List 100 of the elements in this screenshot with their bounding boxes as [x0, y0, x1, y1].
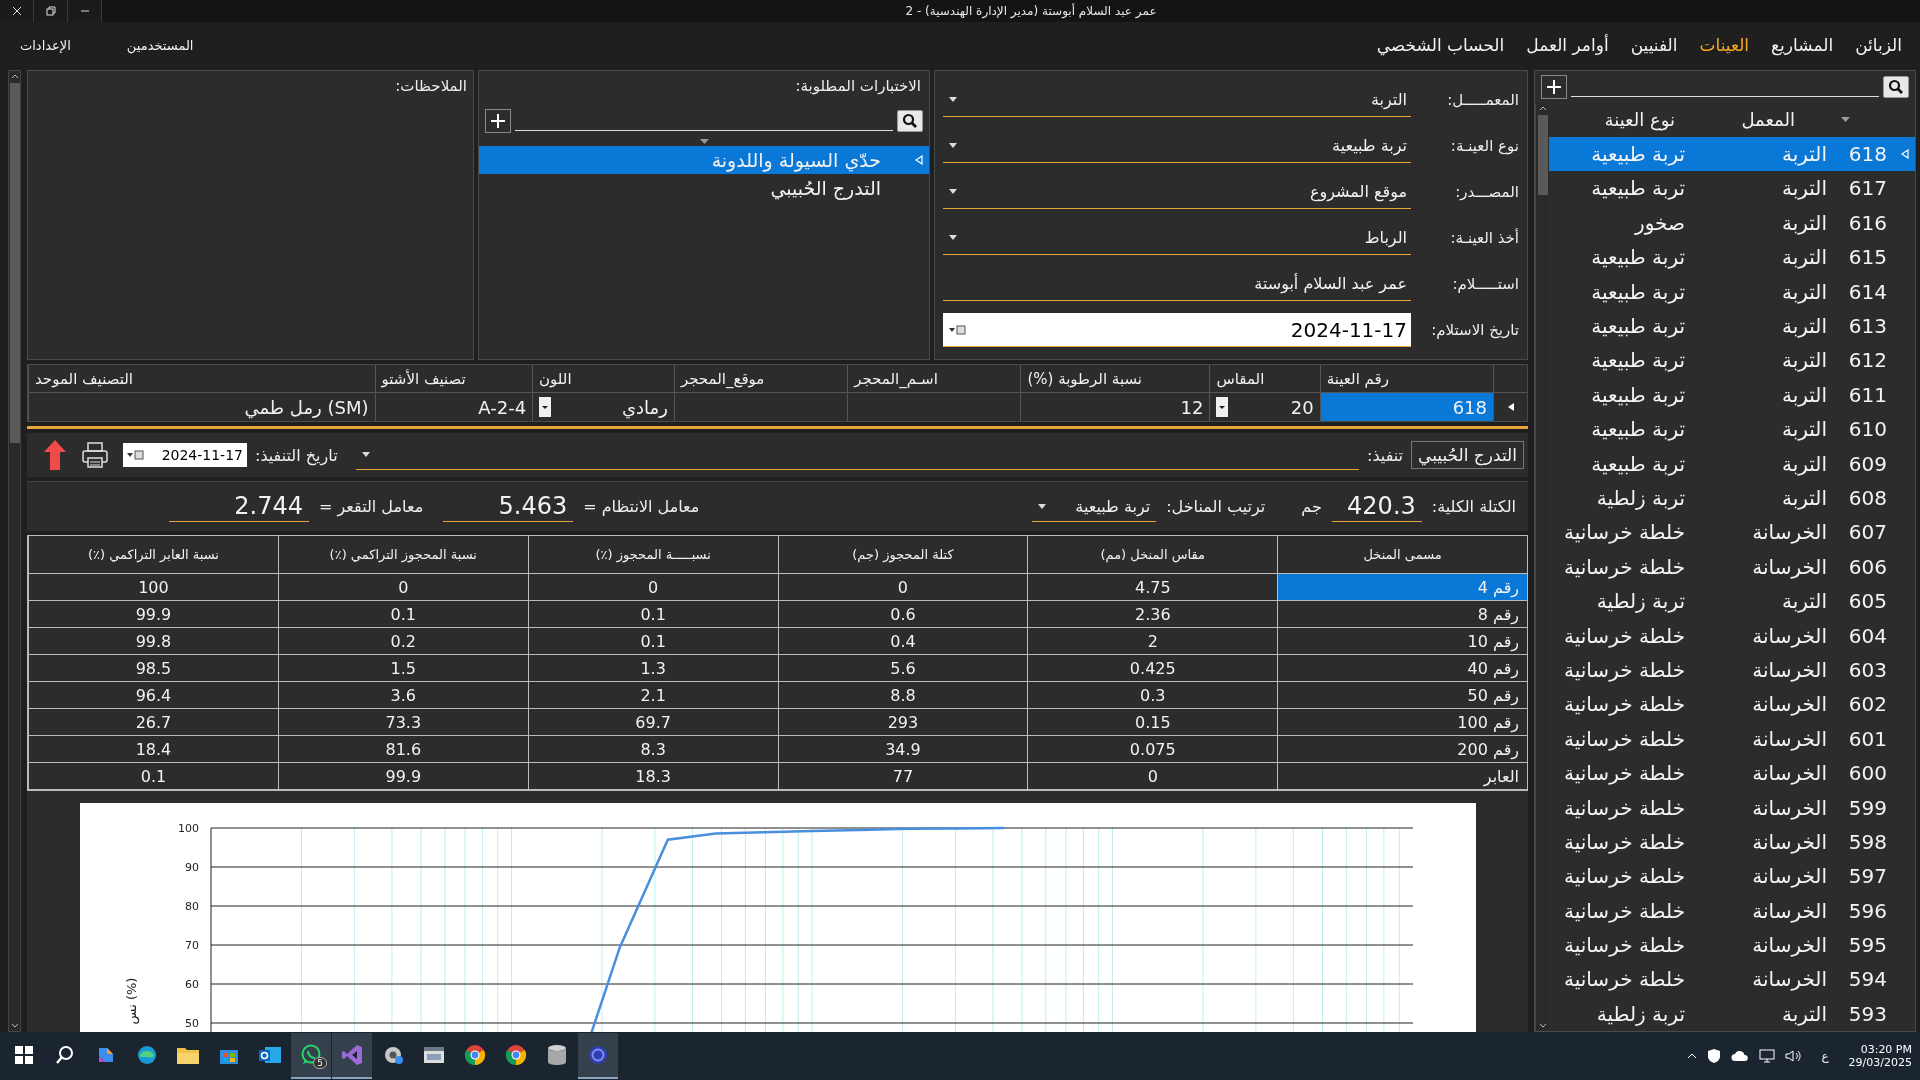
- table-cell[interactable]: 20: [1209, 393, 1320, 421]
- add-button[interactable]: [485, 109, 511, 133]
- menu-item[interactable]: الحساب الشخصي: [1376, 33, 1505, 57]
- column-header[interactable]: المعمل: [1683, 109, 1803, 131]
- column-header[interactable]: المقاس: [1209, 365, 1320, 393]
- text-field[interactable]: عمر عبد السلام أبوستة: [943, 267, 1411, 301]
- add-button[interactable]: [1541, 75, 1567, 99]
- calendar-toggle-icon[interactable]: [949, 324, 967, 335]
- clock-date[interactable]: 29/03/2025: [1848, 1056, 1912, 1069]
- sample-number: 607: [1847, 520, 1887, 545]
- restore-button[interactable]: [34, 0, 68, 22]
- dropdown-button[interactable]: [539, 397, 552, 417]
- table-cell: 0.6: [777, 601, 1028, 628]
- dropdown-field[interactable]: موقع المشروع: [943, 175, 1411, 209]
- sample-number: 599: [1847, 795, 1887, 820]
- menu-item[interactable]: الإعدادات: [20, 35, 71, 55]
- search-button[interactable]: [897, 110, 923, 132]
- cloud-icon[interactable]: [1731, 1050, 1750, 1062]
- language-indicator[interactable]: ع: [1821, 1049, 1829, 1063]
- scroll-up-icon[interactable]: [10, 73, 19, 79]
- field-label: استـــــلام:: [1451, 275, 1519, 293]
- scroll-down-icon[interactable]: [1538, 1023, 1547, 1029]
- table-cell: 0: [527, 574, 778, 601]
- test-item[interactable]: التدرج الحُبيبي: [479, 174, 929, 202]
- calendar-toggle-icon[interactable]: [127, 450, 145, 460]
- date-field[interactable]: 2024-11-17: [123, 443, 247, 467]
- sort-icon[interactable]: [1840, 117, 1850, 123]
- sample-type: تربة طبيعية: [1590, 279, 1686, 304]
- panel-title: الاختبارات المطلوبة:: [795, 77, 921, 95]
- menu-item[interactable]: الزبائن: [1855, 33, 1902, 57]
- scrollbar[interactable]: [8, 70, 21, 1032]
- table-cell: رقم 10: [1277, 628, 1527, 655]
- dropdown-field[interactable]: الرباط: [943, 221, 1411, 255]
- lab-name: التربة: [1781, 486, 1828, 510]
- dropdown-field[interactable]: تربة طبيعية: [943, 129, 1411, 163]
- table-cell: 0: [277, 574, 528, 601]
- speaker-icon[interactable]: [1785, 1049, 1802, 1063]
- menu-item[interactable]: المشاريع: [1771, 33, 1834, 57]
- column-header[interactable]: نوع العينة: [1549, 109, 1683, 131]
- minimize-button[interactable]: [68, 0, 102, 22]
- lab-name: التربة: [1781, 1001, 1828, 1026]
- close-button[interactable]: [0, 0, 34, 22]
- sample-number: 615: [1847, 245, 1887, 270]
- field-label: المصـــدر:: [1454, 183, 1519, 201]
- plus-icon: [490, 113, 506, 129]
- search-button[interactable]: [1883, 76, 1909, 98]
- lab-name: التربة: [1781, 348, 1828, 373]
- table-cell[interactable]: 12: [1020, 393, 1210, 421]
- dropdown-field[interactable]: التربة: [943, 83, 1411, 117]
- menu-item[interactable]: المستخدمين: [126, 35, 194, 55]
- lab-name: الخرسانة: [1751, 761, 1828, 786]
- test-item[interactable]: حدّي السيولة واللدونة: [479, 146, 929, 174]
- dropdown-button[interactable]: [1216, 397, 1229, 417]
- print-icon[interactable]: [81, 441, 109, 469]
- scrollbar-thumb[interactable]: [1537, 115, 1548, 195]
- menu-item[interactable]: الفنيين: [1630, 33, 1678, 57]
- sample-type: خلطة خرسانية: [1562, 554, 1686, 579]
- menu-item[interactable]: العينات: [1699, 33, 1750, 57]
- menu-item[interactable]: أوامر العمل: [1526, 33, 1609, 57]
- network-icon[interactable]: [1759, 1049, 1776, 1063]
- taskbar-button[interactable]: 5: [291, 1033, 331, 1079]
- date-field[interactable]: 2024-11-17: [943, 313, 1411, 347]
- table-cell: 0.3: [1027, 682, 1278, 709]
- field-label: معامل التقعر =: [319, 497, 424, 516]
- column-header[interactable]: اللون: [532, 365, 674, 393]
- table-cell[interactable]: رمادي: [532, 393, 674, 421]
- sample-number: 601: [1847, 726, 1887, 751]
- table-cell: 0.1: [527, 628, 778, 655]
- table-cell: 1.5: [277, 655, 528, 682]
- scroll-down-icon[interactable]: [10, 1023, 19, 1029]
- coefficient-field: 2.744: [169, 491, 309, 522]
- sample-type: صخور: [1633, 210, 1686, 235]
- table-cell: 26.7: [28, 709, 278, 736]
- clock-time[interactable]: 03:20 PM: [1860, 1043, 1912, 1056]
- search-icon: [902, 113, 918, 129]
- mass-field[interactable]: 420.3: [1331, 491, 1422, 522]
- column-header[interactable]: نسبة الرطوبة (%): [1020, 365, 1210, 393]
- column-header[interactable]: تصنيف الأشتو: [374, 365, 533, 393]
- column-header[interactable]: التصنيف الموحد: [28, 365, 375, 393]
- lab-name: الخرسانة: [1751, 933, 1828, 958]
- lab-name: الخرسانة: [1751, 795, 1828, 820]
- sample-number: 593: [1847, 1001, 1887, 1026]
- table-cell[interactable]: A-2-4: [374, 393, 533, 421]
- windows-icon: [15, 1046, 33, 1064]
- column-header[interactable]: موقع_المحجر: [673, 365, 848, 393]
- shield-icon[interactable]: [1707, 1048, 1722, 1064]
- scroll-up-icon[interactable]: [1538, 105, 1547, 111]
- lab-name: الخرسانة: [1751, 864, 1828, 889]
- y-axis-title: نس (%): [124, 977, 139, 1025]
- up-arrow-icon[interactable]: [43, 439, 67, 471]
- table-cell: 1.3: [527, 655, 778, 682]
- sample-type: خلطة خرسانية: [1562, 657, 1686, 682]
- database-icon: [547, 1044, 567, 1066]
- scrollbar-thumb[interactable]: [9, 83, 20, 443]
- table-cell[interactable]: 618: [1319, 393, 1493, 421]
- chevron-up-icon[interactable]: [1687, 1053, 1698, 1059]
- dropdown-field[interactable]: تربة طبيعية: [1032, 491, 1157, 522]
- table-cell[interactable]: (SM) رمل طمي: [28, 393, 375, 421]
- column-header[interactable]: اسـم_المحجر: [847, 365, 1021, 393]
- sort-icon[interactable]: [699, 139, 709, 144]
